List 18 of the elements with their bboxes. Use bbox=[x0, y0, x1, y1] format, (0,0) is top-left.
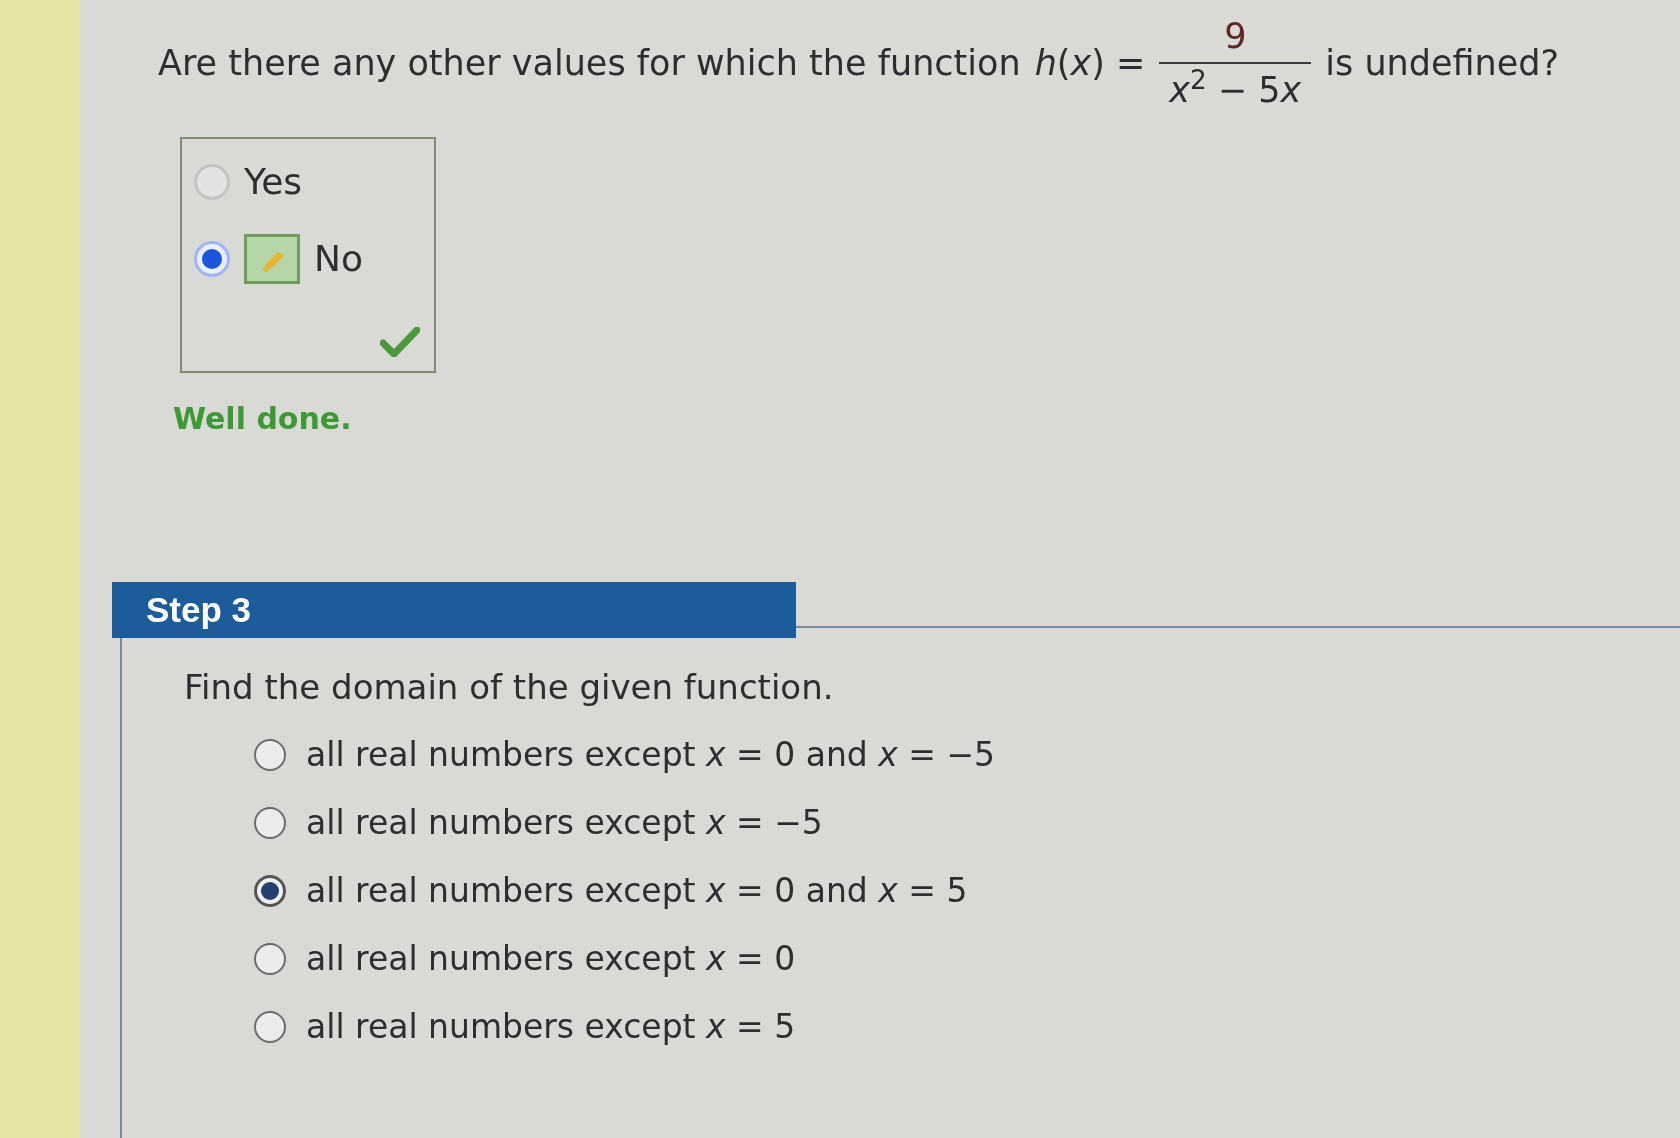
choice-label: all real numbers except x = 0 and x = 5 bbox=[306, 871, 968, 911]
question-text: Are there any other values for which the function h(x) = 9 x$^{2}$ − 5x is undefined? bbox=[158, 16, 1560, 110]
feedback-text: Well done. bbox=[173, 401, 352, 436]
radio-button[interactable] bbox=[254, 1011, 286, 1043]
choice-label: all real numbers except x = 0 and x = −5 bbox=[306, 735, 996, 775]
step-prompt: Find the domain of the given function. bbox=[184, 667, 835, 707]
radio-button[interactable] bbox=[194, 241, 230, 277]
radio-button[interactable] bbox=[254, 875, 286, 907]
step-title: Step 3 bbox=[146, 588, 252, 631]
choice-label: all real numbers except x = 5 bbox=[306, 1007, 796, 1047]
radio-button[interactable] bbox=[254, 807, 286, 839]
choice-label: Yes bbox=[244, 162, 303, 202]
choice-label: all real numbers except x = −5 bbox=[306, 803, 823, 843]
radio-button[interactable] bbox=[254, 739, 286, 771]
radio-button[interactable] bbox=[194, 164, 230, 200]
choice-label: all real numbers except x = 0 bbox=[306, 939, 796, 979]
choice-label: No bbox=[314, 239, 363, 279]
radio-button[interactable] bbox=[254, 943, 286, 975]
